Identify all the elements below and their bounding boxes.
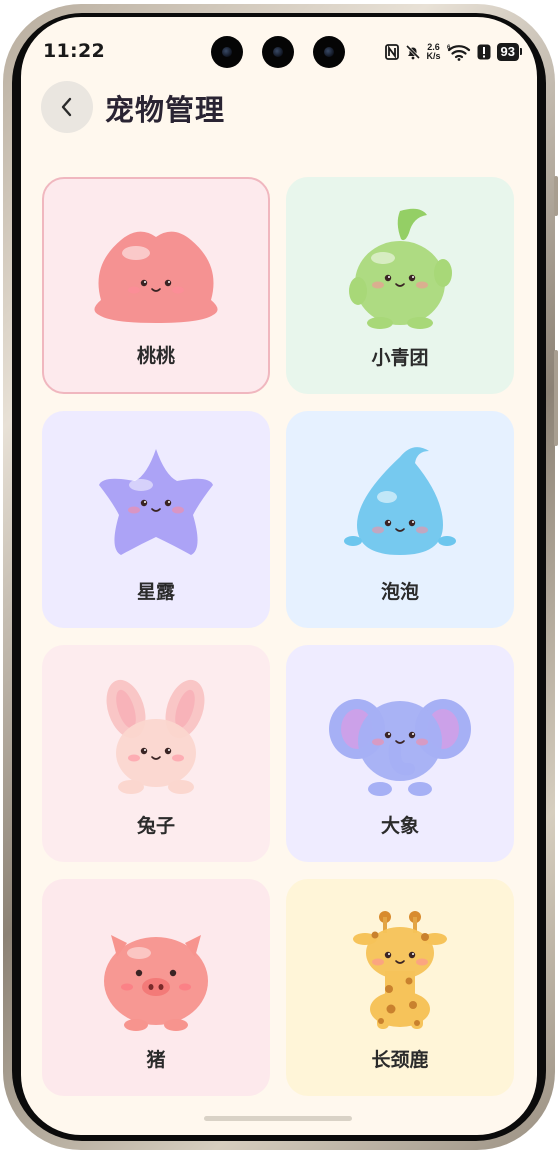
camera-cutout-center <box>262 36 294 68</box>
back-button[interactable] <box>41 81 93 133</box>
chevron-left-icon <box>58 96 76 118</box>
screen: 11:22 2.6 K/s 6 93 宠物管理 桃桃 小青团 星露 泡泡 兔子 … <box>21 17 537 1135</box>
camera-cutout-right <box>313 36 345 68</box>
pet-avatar <box>81 879 231 1035</box>
page-title: 宠物管理 <box>105 93 226 127</box>
pet-name: 星露 <box>136 581 175 603</box>
pet-card[interactable]: 星露 <box>42 411 270 628</box>
pet-name: 小青团 <box>371 347 429 369</box>
home-indicator[interactable] <box>204 1116 352 1121</box>
pet-avatar <box>325 645 475 801</box>
pet-card[interactable]: 泡泡 <box>286 411 514 628</box>
pet-name: 大象 <box>380 815 419 837</box>
pet-card[interactable]: 大象 <box>286 645 514 862</box>
status-time: 11:22 <box>43 40 105 62</box>
pet-name: 长颈鹿 <box>371 1049 429 1071</box>
pet-avatar <box>81 645 231 801</box>
pet-avatar <box>81 411 231 567</box>
pet-name: 兔子 <box>136 815 175 837</box>
pet-card[interactable]: 兔子 <box>42 645 270 862</box>
pet-avatar <box>325 177 475 333</box>
network-speed-icon: 2.6 K/s <box>426 42 441 61</box>
pet-grid: 桃桃 小青团 星露 泡泡 兔子 大象 猪 长颈鹿 <box>42 177 514 1096</box>
wifi-6-icon: 6 <box>447 43 471 61</box>
volume-rocker-hw <box>554 350 558 446</box>
nfc-icon <box>384 44 399 60</box>
volume-up-button-hw <box>554 176 558 216</box>
pet-name: 桃桃 <box>136 345 175 367</box>
alert-icon <box>477 44 491 60</box>
camera-cutout-left <box>211 36 243 68</box>
status-bar: 11:22 2.6 K/s 6 93 <box>21 17 537 87</box>
status-icons: 2.6 K/s 6 93 <box>384 41 523 63</box>
pet-card[interactable]: 桃桃 <box>42 177 270 394</box>
battery-icon: 93 <box>496 43 523 61</box>
pet-card[interactable]: 长颈鹿 <box>286 879 514 1096</box>
pet-card[interactable]: 猪 <box>42 879 270 1096</box>
mute-bell-icon <box>405 44 421 60</box>
pet-name: 泡泡 <box>380 581 419 603</box>
pet-avatar <box>325 411 475 567</box>
pet-avatar <box>81 179 231 335</box>
pet-card[interactable]: 小青团 <box>286 177 514 394</box>
pet-name: 猪 <box>146 1049 166 1071</box>
pet-avatar <box>325 879 475 1035</box>
